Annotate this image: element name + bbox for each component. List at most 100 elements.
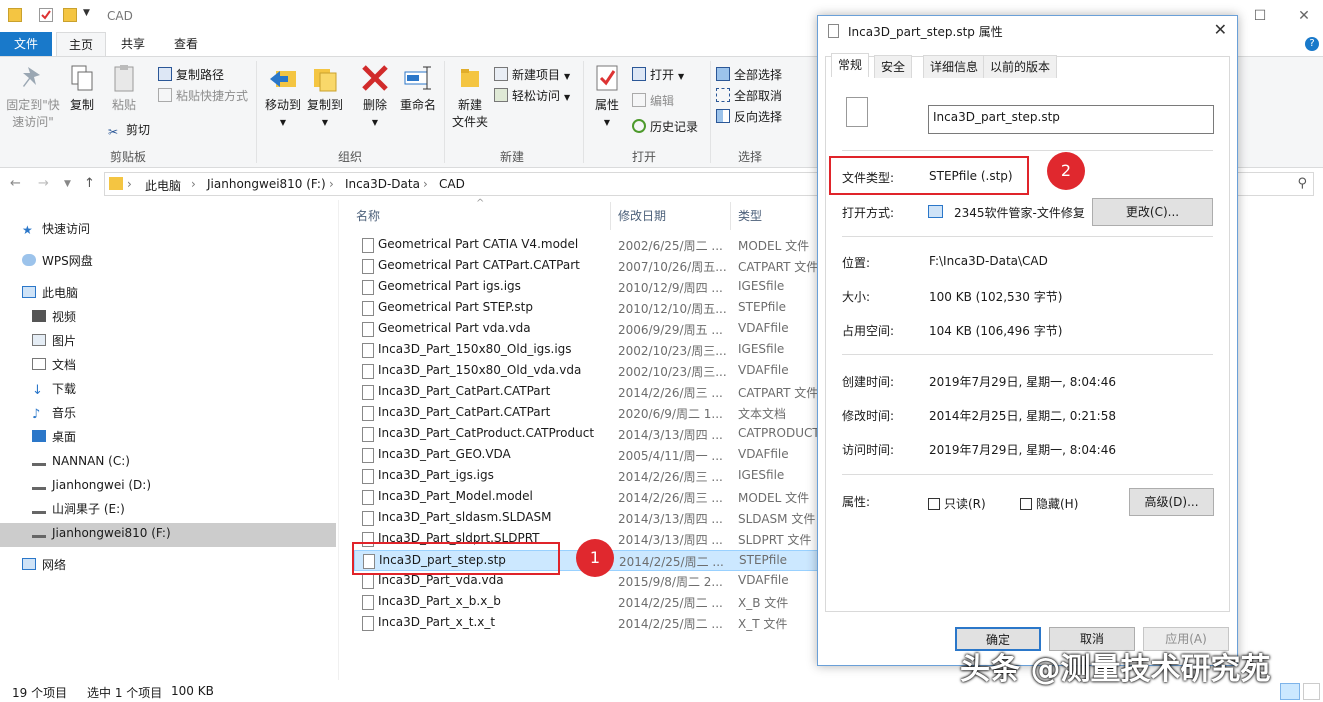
nav-item-downloads[interactable]: ↓ 下载 (32, 377, 76, 401)
paste-shortcut-button[interactable]: 粘贴快捷方式 (158, 86, 248, 106)
column-header-name[interactable]: 名称 (356, 207, 380, 224)
properties-button[interactable]: 属性 ▼ (590, 63, 624, 131)
close-button[interactable]: ✕ (1294, 6, 1314, 26)
column-header-date[interactable]: 修改日期 (618, 207, 666, 224)
file-row[interactable]: Inca3D_Part_150x80_Old_igs.igs 2002/10/23… (354, 340, 820, 361)
paste-button[interactable]: 粘贴 (106, 63, 142, 114)
nav-item-drive-f[interactable]: Jianhongwei810 (F:) (32, 521, 171, 545)
nav-item-pictures[interactable]: 图片 (32, 329, 76, 353)
tab-share[interactable]: 共享 (108, 32, 158, 56)
tab-view[interactable]: 查看 (160, 32, 212, 56)
rename-button[interactable]: 重命名 (398, 63, 438, 114)
pane-splitter[interactable] (338, 200, 339, 680)
app-icon (928, 205, 943, 218)
history-label: 历史记录 (650, 120, 699, 134)
copy-path-button[interactable]: 复制路径 (158, 65, 224, 85)
help-icon[interactable]: ? (1305, 37, 1319, 51)
dialog-close-icon[interactable]: ✕ (1214, 20, 1227, 39)
open-button[interactable]: 打开 ▼ (632, 65, 684, 85)
file-row[interactable]: Inca3D_Part_150x80_Old_vda.vda 2002/10/23… (354, 361, 820, 382)
pin-label-line1: 固定到"快 (6, 98, 60, 112)
invert-selection-button[interactable]: 反向选择 (716, 107, 782, 127)
annotation-badge-1: 1 (576, 539, 614, 577)
hidden-checkbox[interactable]: 隐藏(H) (1020, 495, 1078, 512)
breadcrumb-cad[interactable]: CAD (439, 177, 465, 191)
new-folder-button[interactable]: 新建 文件夹 (450, 63, 490, 131)
file-row[interactable]: Geometrical Part igs.igs 2010/12/9/周四 ...… (354, 277, 820, 298)
nav-item-this-pc[interactable]: 此电脑 (22, 281, 78, 305)
tab-general[interactable]: 常规 (831, 53, 870, 77)
tab-security[interactable]: 安全 (874, 55, 913, 78)
nav-item-drive-e[interactable]: 山涧果子 (E:) (32, 497, 125, 521)
back-arrow-icon[interactable]: ← (10, 176, 21, 191)
up-arrow-icon[interactable]: ↑ (84, 176, 95, 191)
forward-arrow-icon[interactable]: → (38, 176, 49, 191)
tab-details[interactable]: 详细信息 (923, 55, 986, 78)
breadcrumb-this-pc[interactable]: 此电脑 (145, 177, 181, 194)
properties-icon[interactable] (39, 8, 53, 22)
column-divider[interactable] (730, 202, 731, 230)
move-to-button[interactable]: 移动到 ▼ (262, 63, 304, 131)
file-row[interactable]: Geometrical Part vda.vda 2006/9/29/周五 ...… (354, 319, 820, 340)
breadcrumb-drive[interactable]: Jianhongwei810 (F:) (207, 177, 326, 191)
nav-item-network[interactable]: 网络 (22, 553, 66, 577)
select-all-button[interactable]: 全部选择 (716, 65, 782, 85)
file-row[interactable]: Inca3D_Part_CatPart.CATPart 2014/2/26/周三 … (354, 382, 820, 403)
nav-item-quick-access[interactable]: ★ 快速访问 (22, 217, 90, 241)
breadcrumb-separator-icon[interactable]: › (329, 177, 334, 191)
change-button[interactable]: 更改(C)... (1092, 198, 1213, 226)
nav-item-desktop[interactable]: 桌面 (32, 425, 76, 449)
breadcrumb-separator-icon[interactable]: › (191, 177, 196, 191)
new-folder-icon[interactable] (63, 8, 77, 22)
file-row[interactable]: Inca3D_Part_GEO.VDA 2005/4/11/周一 ... VDAFf… (354, 445, 820, 466)
column-divider[interactable] (610, 202, 611, 230)
nav-item-music[interactable]: ♪ 音乐 (32, 401, 76, 425)
nav-item-drive-d[interactable]: Jianhongwei (D:) (32, 473, 151, 497)
breadcrumb-separator-icon[interactable]: › (423, 177, 428, 191)
file-row[interactable]: Inca3D_Part_CatPart.CATPart 2020/6/9/周二 1… (354, 403, 820, 424)
file-row[interactable]: Geometrical Part STEP.stp 2010/12/10/周五..… (354, 298, 820, 319)
nav-item-documents[interactable]: 文档 (32, 353, 76, 377)
file-row[interactable]: Inca3D_Part_Model.model 2014/2/26/周三 ... M… (354, 487, 820, 508)
file-row[interactable]: Inca3D_Part_x_b.x_b 2014/2/25/周二 ... X_B 文… (354, 592, 820, 613)
history-button[interactable]: 历史记录 (632, 117, 698, 137)
recent-locations-icon[interactable]: ▼ (64, 179, 71, 189)
pin-to-quick-access-button[interactable]: 固定到"快 速访问" (4, 63, 62, 131)
delete-button[interactable]: 删除 ▼ (356, 63, 394, 131)
easy-access-button[interactable]: 轻松访问 ▼ (494, 86, 570, 106)
search-icon[interactable]: ⚲ (1297, 176, 1307, 191)
dropdown-arrow-icon: ▼ (564, 72, 571, 81)
tab-file[interactable]: 文件 (0, 32, 52, 56)
size-value: 100 KB (102,530 字节) (929, 290, 1063, 304)
breadcrumb-inca3d-data[interactable]: Inca3D-Data (345, 177, 420, 191)
pin-icon (18, 63, 48, 93)
file-row[interactable]: Inca3D_Part_x_t.x_t 2014/2/25/周二 ... X_T 文… (354, 613, 820, 634)
cut-button[interactable]: ✂ 剪切 (108, 120, 150, 140)
tab-previous-versions[interactable]: 以前的版本 (983, 55, 1058, 78)
file-row[interactable]: Inca3D_Part_igs.igs 2014/2/26/周三 ... IGESf… (354, 466, 820, 487)
copy-to-button[interactable]: 复制到 ▼ (304, 63, 346, 131)
file-row[interactable]: Geometrical Part CATPart.CATPart 2007/10/… (354, 256, 820, 277)
customize-quick-access-icon[interactable]: ▼ (83, 8, 97, 22)
readonly-checkbox[interactable]: 只读(R) (928, 495, 986, 512)
tab-home[interactable]: 主页 (56, 32, 106, 56)
advanced-button[interactable]: 高级(D)... (1129, 488, 1214, 516)
maximize-button[interactable]: ☐ (1250, 6, 1270, 26)
large-icons-view-icon[interactable] (1303, 683, 1320, 700)
file-row[interactable]: Geometrical Part CATIA V4.model 2002/6/25… (354, 235, 820, 256)
nav-item-wps[interactable]: WPS网盘 (22, 249, 93, 273)
details-view-icon[interactable] (1280, 683, 1300, 700)
new-item-button[interactable]: 新建项目 ▼ (494, 65, 570, 85)
column-header-type[interactable]: 类型 (738, 207, 762, 224)
file-date: 2010/12/10/周五... (618, 302, 727, 316)
file-type: VDAFfile (738, 573, 789, 587)
nav-item-drive-c[interactable]: NANNAN (C:) (32, 449, 130, 473)
edit-button[interactable]: 编辑 (632, 91, 674, 111)
select-none-button[interactable]: 全部取消 (716, 86, 782, 106)
nav-item-video[interactable]: 视频 (32, 305, 76, 329)
filename-input[interactable]: Inca3D_part_step.stp (928, 105, 1214, 134)
file-row[interactable]: Inca3D_Part_sldasm.SLDASM 2014/3/13/周四 ..… (354, 508, 820, 529)
copy-button[interactable]: 复制 (64, 63, 100, 114)
breadcrumb-separator-icon[interactable]: › (127, 177, 132, 191)
file-row[interactable]: Inca3D_Part_CatProduct.CATProduct 2014/3/… (354, 424, 820, 445)
